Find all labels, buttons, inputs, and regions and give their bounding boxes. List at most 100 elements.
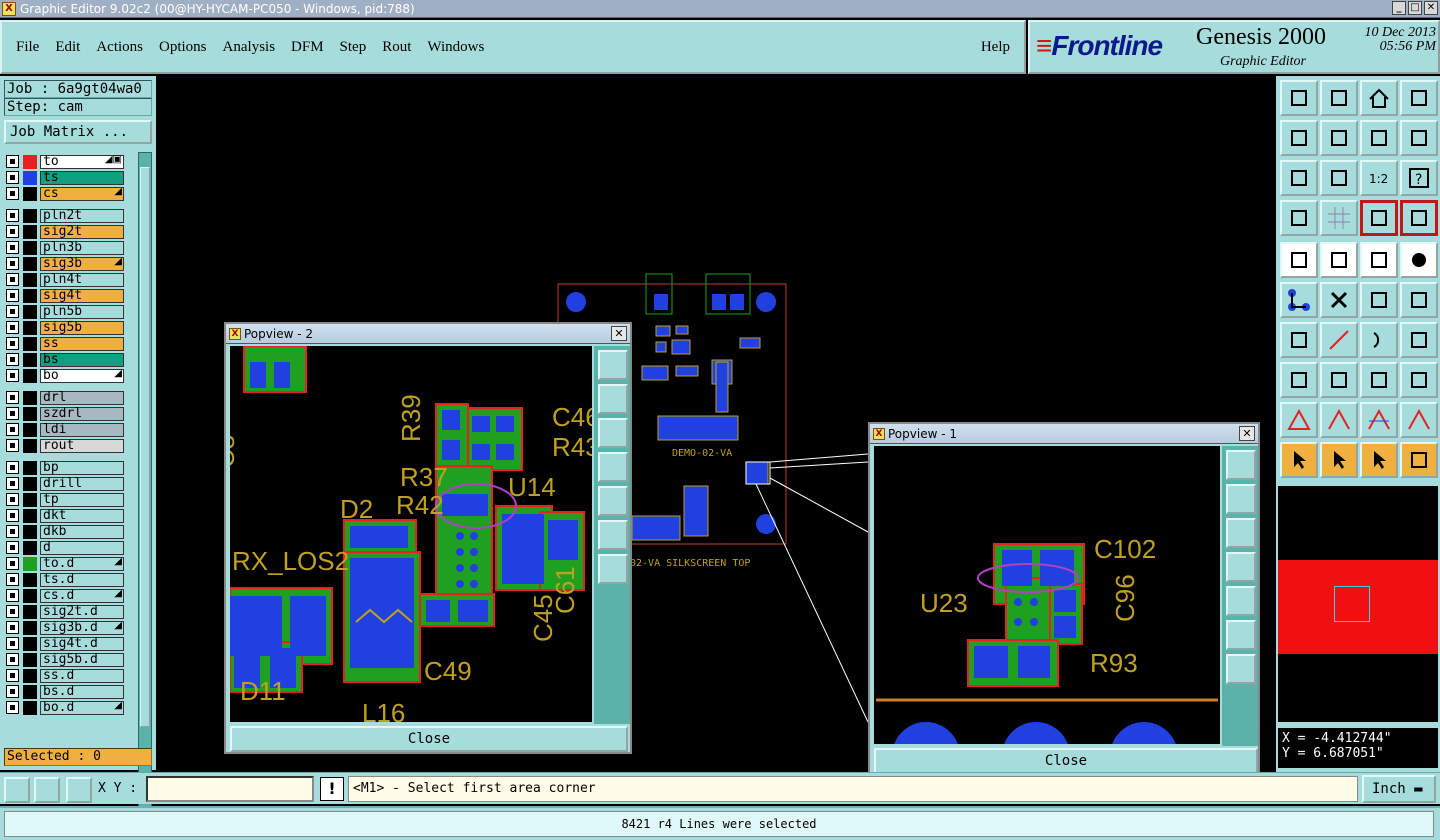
layer-name[interactable]: pln4t	[40, 272, 124, 287]
layer-checkbox[interactable]	[6, 353, 19, 366]
layer-row-pln3b[interactable]: pln3b	[4, 240, 124, 255]
layer-name[interactable]: bp	[40, 460, 124, 475]
layer-row-sig2t-d[interactable]: sig2t.d	[4, 604, 124, 619]
close-window-button[interactable]: ✕	[1424, 1, 1438, 15]
layer-color-swatch[interactable]	[23, 336, 37, 351]
layer-checkbox[interactable]	[6, 477, 19, 490]
pv1-pan-left-icon[interactable]	[1226, 552, 1256, 582]
layer-name[interactable]: ldi	[40, 422, 124, 437]
line-icon[interactable]	[1320, 322, 1358, 358]
layer-color-swatch[interactable]	[23, 668, 37, 683]
alert-icon[interactable]: !	[320, 777, 344, 801]
layer-color-swatch[interactable]	[23, 604, 37, 619]
layer-color-swatch[interactable]	[23, 224, 37, 239]
layer-scrollbar[interactable]	[138, 152, 152, 818]
layer-name[interactable]: rout	[40, 438, 124, 453]
layer-row-drl[interactable]: drl	[4, 390, 124, 405]
layer-row-sig5b-d[interactable]: sig5b.d	[4, 652, 124, 667]
layer-row-sig3b-d[interactable]: sig3b.d ◢	[4, 620, 124, 635]
triangle-icon[interactable]	[1280, 402, 1318, 438]
pv2-pan-left-icon[interactable]	[598, 452, 628, 482]
layer-name[interactable]: sig3b.d	[40, 620, 124, 635]
pv1-pan-right-icon[interactable]	[1226, 586, 1256, 616]
layer-color-swatch[interactable]	[23, 272, 37, 287]
layer-checkbox[interactable]	[6, 257, 19, 270]
layer-name[interactable]: ts.d	[40, 572, 124, 587]
layer-row-bs-d[interactable]: bs.d	[4, 684, 124, 699]
layer-color-swatch[interactable]	[23, 652, 37, 667]
layer-color-swatch[interactable]	[23, 288, 37, 303]
layer-checkbox[interactable]	[6, 423, 19, 436]
maximize-button[interactable]: □	[1408, 1, 1422, 15]
pv1-zoom-out-icon[interactable]	[1226, 654, 1256, 684]
layer-name[interactable]: sig4t.d	[40, 636, 124, 651]
grid-view-icon[interactable]	[1320, 200, 1358, 236]
layer-row-dkt[interactable]: dkt	[4, 508, 124, 523]
layer-color-swatch[interactable]	[23, 508, 37, 523]
layer-name[interactable]: d	[40, 540, 124, 555]
popview-2-close-button[interactable]: Close	[230, 726, 628, 752]
zoom-to-icon[interactable]	[1320, 160, 1358, 196]
layer-checkbox[interactable]	[6, 391, 19, 404]
layer-name[interactable]: sig5b.d	[40, 652, 124, 667]
layer-name[interactable]: to.d	[40, 556, 124, 571]
pv2-zoom-out-icon[interactable]	[598, 554, 628, 584]
layer-checkbox[interactable]	[6, 321, 19, 334]
layer-checkbox[interactable]	[6, 637, 19, 650]
fit-screen-icon[interactable]	[1280, 160, 1318, 196]
help-icon[interactable]: ?	[1400, 160, 1438, 196]
layer-name[interactable]: ts	[40, 170, 124, 185]
popview-2-close-icon[interactable]: ✕	[611, 326, 627, 341]
layer-color-swatch[interactable]	[23, 208, 37, 223]
layer-checkbox[interactable]	[6, 241, 19, 254]
layer-row-bs[interactable]: bs	[4, 352, 124, 367]
select-icon[interactable]	[1280, 242, 1318, 278]
layer-row-drill[interactable]: drill	[4, 476, 124, 491]
layer-checkbox[interactable]	[6, 337, 19, 350]
layer-color-swatch[interactable]	[23, 620, 37, 635]
move-icon[interactable]	[1400, 282, 1438, 318]
connect-icon[interactable]	[1280, 282, 1318, 318]
layer-name[interactable]: pln2t	[40, 208, 124, 223]
split-icon[interactable]	[1320, 362, 1358, 398]
popview-1-close-icon[interactable]: ✕	[1239, 426, 1255, 441]
layer-name[interactable]: pln3b	[40, 240, 124, 255]
angle-icon[interactable]	[1280, 322, 1318, 358]
menu-options[interactable]: Options	[159, 39, 207, 56]
measure-icon[interactable]	[1360, 362, 1398, 398]
layer-row-ldi[interactable]: ldi	[4, 422, 124, 437]
layer-checkbox[interactable]	[6, 461, 19, 474]
feature-line-icon[interactable]	[1320, 242, 1358, 278]
layer-checkbox[interactable]	[6, 509, 19, 522]
layer-name[interactable]: dkt	[40, 508, 124, 523]
layer-row-sig3b[interactable]: sig3b ◢	[4, 256, 124, 271]
layer-color-swatch[interactable]	[23, 240, 37, 255]
layer-name[interactable]: ss.d	[40, 668, 124, 683]
menu-actions[interactable]: Actions	[96, 39, 143, 56]
grid-icon[interactable]	[66, 777, 92, 803]
ruler-icon[interactable]	[1360, 242, 1398, 278]
pad-icon[interactable]	[1400, 242, 1438, 278]
layer-color-swatch[interactable]	[23, 256, 37, 271]
layer-name[interactable]: drl	[40, 390, 124, 405]
cross-icon[interactable]	[1320, 282, 1358, 318]
layer-name[interactable]: pln5b	[40, 304, 124, 319]
one-to-one-icon[interactable]: 1:2	[1360, 160, 1398, 196]
layer-checkbox[interactable]	[6, 369, 19, 382]
layer-row-sig2t[interactable]: sig2t	[4, 224, 124, 239]
layer-color-swatch[interactable]	[23, 320, 37, 335]
drag-icon[interactable]	[1360, 282, 1398, 318]
layer-checkbox[interactable]	[6, 701, 19, 714]
menu-dfm[interactable]: DFM	[291, 39, 324, 56]
snap-icon[interactable]	[4, 777, 30, 803]
layer-row-pln5b[interactable]: pln5b	[4, 304, 124, 319]
layer-checkbox[interactable]	[6, 493, 19, 506]
layer-checkbox[interactable]	[6, 557, 19, 570]
layer-name[interactable]: dkb	[40, 524, 124, 539]
layer-name[interactable]: sig2t.d	[40, 604, 124, 619]
layer-row-sig5b[interactable]: sig5b	[4, 320, 124, 335]
clip-area-icon[interactable]	[1280, 80, 1318, 116]
layer-checkbox[interactable]	[6, 685, 19, 698]
layer-checkbox[interactable]	[6, 621, 19, 634]
layer-row-pln4t[interactable]: pln4t	[4, 272, 124, 287]
